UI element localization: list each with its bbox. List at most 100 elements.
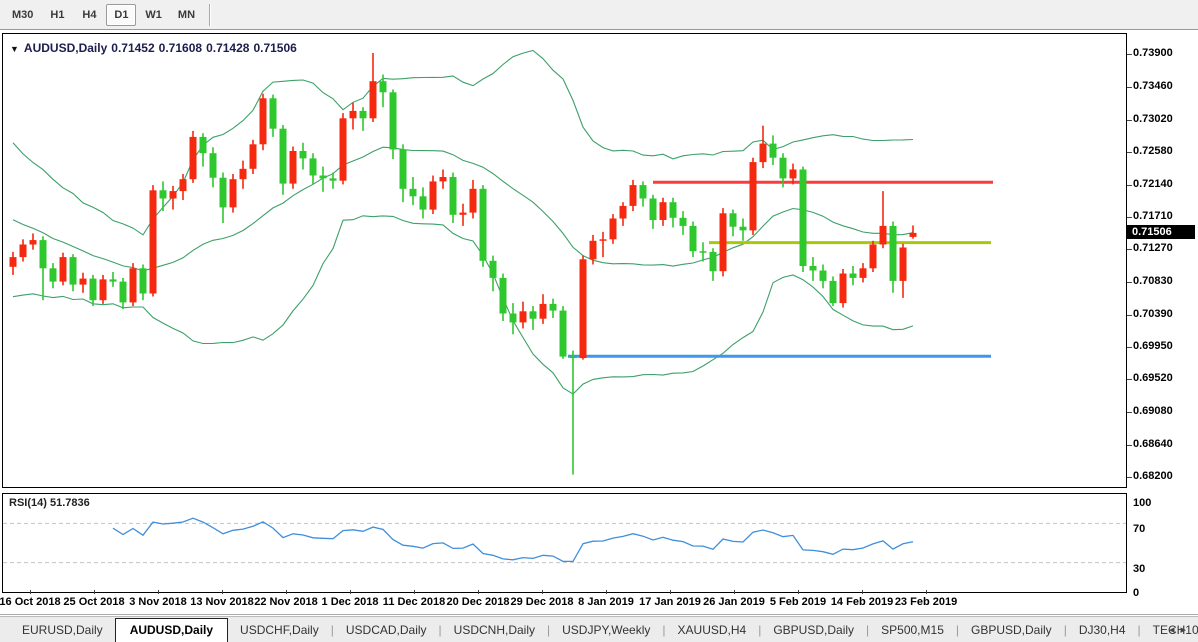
price-tick-label: 0.70390 <box>1133 307 1173 320</box>
price-tick-label: 0.68200 <box>1133 470 1173 483</box>
ohlc-high: 0.71608 <box>158 41 203 55</box>
rsi-tick-label: 0 <box>1133 587 1140 599</box>
rsi-indicator-label: RSI(14) 51.7836 <box>9 497 90 509</box>
price-tick-mark <box>1127 379 1132 381</box>
price-tick-label: 0.73900 <box>1133 47 1173 60</box>
timeframe-toolbar: M30 H1 H4 D1 W1 MN <box>0 0 1198 30</box>
price-tick-mark <box>1127 444 1132 446</box>
date-tick-mark <box>414 590 415 594</box>
price-tick-label: 0.71710 <box>1133 209 1173 222</box>
chart-window: ▼ AUDUSD,Daily 0.71452 0.71608 0.71428 0.7150… <box>0 30 1198 618</box>
ohlc-low: 0.71428 <box>206 41 250 55</box>
timeframe-button-mn[interactable]: MN <box>171 4 202 26</box>
date-tick-mark <box>158 590 159 594</box>
date-tick-label: 29 Dec 2018 <box>510 596 574 608</box>
tab-usdcnh-daily[interactable]: USDCNH,Daily <box>442 619 547 642</box>
price-tick-label: 0.69520 <box>1133 372 1173 385</box>
date-tick-label: 16 Oct 2018 <box>0 596 61 608</box>
date-tick-label: 5 Feb 2019 <box>769 596 827 608</box>
tab-scroll-controls: ◂▸ <box>1169 623 1192 636</box>
date-tick-label: 23 Feb 2019 <box>894 596 958 608</box>
date-tick-mark <box>606 590 607 594</box>
tab-usdcad-daily[interactable]: USDCAD,Daily <box>334 619 439 642</box>
price-tick-mark <box>1127 184 1132 186</box>
timeframe-button-d1[interactable]: D1 <box>106 3 137 26</box>
price-tick-mark <box>1127 347 1132 349</box>
price-tick-mark <box>1127 282 1132 284</box>
tab-scroll-left-icon[interactable]: ◂ <box>1169 624 1181 636</box>
rsi-tick-label: 100 <box>1133 497 1152 509</box>
rsi-tick-label: 70 <box>1133 523 1146 536</box>
price-tick-label: 0.69080 <box>1133 405 1173 417</box>
date-tick-mark <box>350 590 351 594</box>
date-tick-label: 11 Dec 2018 <box>382 596 446 608</box>
price-tick-label: 0.71270 <box>1133 242 1173 255</box>
toolbar-separator <box>209 3 211 26</box>
date-tick-mark <box>478 590 479 594</box>
candles <box>9 53 917 475</box>
price-tick-mark <box>1127 477 1132 479</box>
date-tick-label: 26 Jan 2019 <box>703 596 765 608</box>
date-tick-mark <box>798 590 799 594</box>
date-tick-mark <box>734 590 735 594</box>
tab-scroll-right-icon[interactable]: ▸ <box>1180 624 1192 636</box>
price-tick-label: 0.68640 <box>1133 437 1173 450</box>
date-tick-label: 13 Nov 2018 <box>190 596 254 608</box>
price-tick-label: 0.73020 <box>1133 112 1173 125</box>
chart-title: ▼ AUDUSD,Daily 0.71452 0.71608 0.71428 0.7150… <box>10 41 301 55</box>
tab-dj30-h4[interactable]: DJ30,H4 <box>1067 619 1138 642</box>
date-tick-mark <box>222 590 223 594</box>
timeframe-button-h4[interactable]: H4 <box>74 4 104 26</box>
divider-line <box>0 614 1198 615</box>
timeframe-button-w1[interactable]: W1 <box>138 4 169 26</box>
date-tick-label: 22 Nov 2018 <box>254 596 318 608</box>
rsi-tick-label: 30 <box>1133 562 1146 575</box>
date-tick-label: 17 Jan 2019 <box>639 596 701 608</box>
date-tick-label: 1 Dec 2018 <box>321 596 379 608</box>
chart-symbol-dropdown-icon[interactable]: ▼ <box>10 44 19 54</box>
current-price-badge: 0.71506 <box>1127 224 1195 239</box>
date-tick-mark <box>94 590 95 594</box>
candlestick-chart-canvas[interactable] <box>3 34 1126 487</box>
tab-gbpusd-daily[interactable]: GBPUSD,Daily <box>761 619 866 642</box>
price-tick-mark <box>1127 152 1132 154</box>
price-tick-mark <box>1127 119 1132 121</box>
main-chart-pane[interactable]: ▼ AUDUSD,Daily 0.71452 0.71608 0.71428 0.7150… <box>2 33 1127 488</box>
date-tick-mark <box>670 590 671 594</box>
date-tick-label: 20 Dec 2018 <box>446 596 510 608</box>
tab-sp500-m15[interactable]: SP500,M15 <box>869 619 956 642</box>
price-tick-mark <box>1127 216 1132 218</box>
date-tick-mark <box>286 590 287 594</box>
timeframe-button-m30[interactable]: M30 <box>5 4 40 26</box>
price-tick-label: 0.72140 <box>1133 177 1173 190</box>
tab-usdjpy-weekly[interactable]: USDJPY,Weekly <box>550 619 662 642</box>
price-tick-label: 0.69950 <box>1133 340 1173 353</box>
price-tick-mark <box>1127 314 1132 316</box>
price-tick-mark <box>1127 249 1132 251</box>
timeframe-button-h1[interactable]: H1 <box>42 4 72 26</box>
chart-symbol-label: AUDUSD,Daily <box>23 41 108 55</box>
tab-xauusd-h4[interactable]: XAUUSD,H4 <box>666 619 759 642</box>
price-tick-label: 0.72580 <box>1133 145 1173 158</box>
rsi-chart-canvas[interactable] <box>3 494 1126 592</box>
rsi-indicator-pane[interactable]: RSI(14) 51.7836 <box>2 493 1127 593</box>
ohlc-open: 0.71452 <box>111 41 155 55</box>
price-tick-label: 0.73460 <box>1133 79 1173 92</box>
date-tick-label: 8 Jan 2019 <box>578 596 634 608</box>
date-tick-label: 14 Feb 2019 <box>830 596 894 608</box>
date-tick-mark <box>862 590 863 594</box>
price-tick-label: 0.70830 <box>1133 275 1173 288</box>
tab-gbpusd-daily[interactable]: GBPUSD,Daily <box>959 619 1064 642</box>
date-tick-label: 25 Oct 2018 <box>63 596 125 608</box>
tab-eurusd-daily[interactable]: EURUSD,Daily <box>10 619 115 642</box>
rsi-line <box>112 517 914 563</box>
date-tick-mark <box>926 590 927 594</box>
date-tick-mark <box>542 590 543 594</box>
symbol-tabbar: EURUSD,Daily AUDUSD,Daily USDCHF,Daily | USD… <box>0 616 1198 642</box>
price-tick-mark <box>1127 54 1132 56</box>
tab-usdchf-daily[interactable]: USDCHF,Daily <box>228 619 331 642</box>
date-tick-label: 3 Nov 2018 <box>129 596 187 608</box>
price-tick-mark <box>1127 412 1132 413</box>
price-tick-mark <box>1127 86 1132 88</box>
tab-audusd-daily[interactable]: AUDUSD,Daily <box>114 618 229 642</box>
